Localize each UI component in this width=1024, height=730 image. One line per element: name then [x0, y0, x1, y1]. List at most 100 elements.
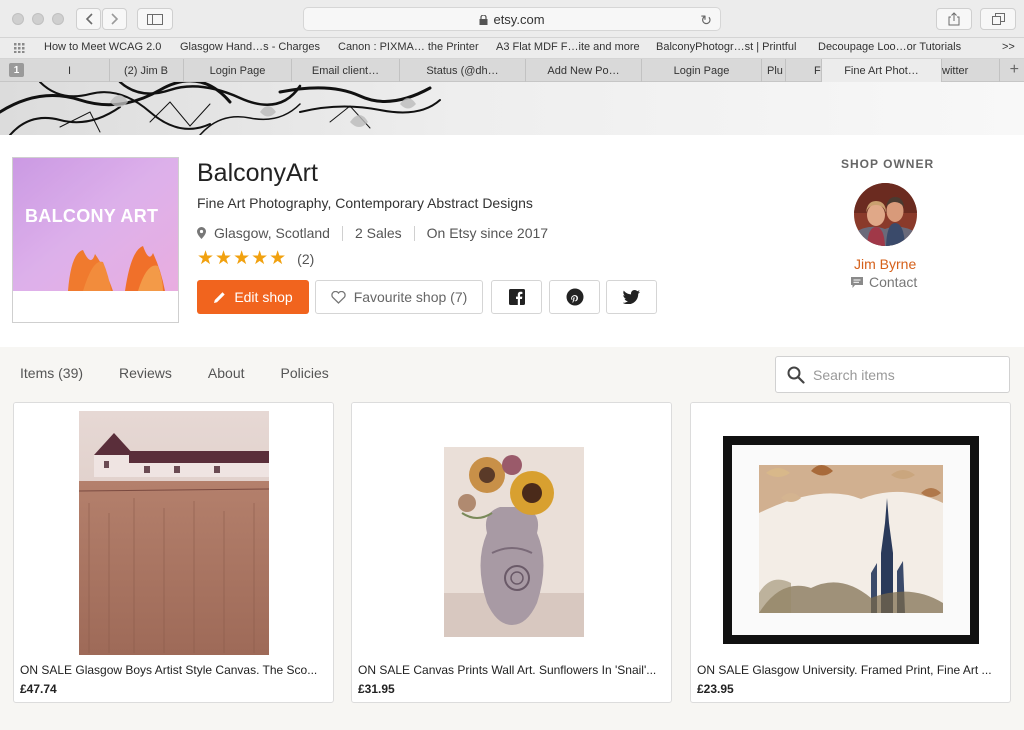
- tab-label: Plu: [767, 64, 783, 77]
- listing-title[interactable]: ON SALE Glasgow Boys Artist Style Canvas…: [20, 663, 328, 677]
- browser-tab[interactable]: Email client…: [292, 59, 400, 82]
- tab-bar: 1 I (2) Jim B Login Page Email client… S…: [0, 59, 1024, 82]
- forward-button[interactable]: [102, 8, 127, 30]
- back-icon: [85, 13, 93, 25]
- shop-owner-label: SHOP OWNER: [841, 157, 935, 171]
- shop-header: BALCONY ART BalconyArt Fine Art Photogra…: [0, 135, 1024, 347]
- search-input[interactable]: [813, 366, 998, 384]
- avatar[interactable]: [854, 183, 917, 246]
- shop-meta: Glasgow, Scotland 2 Sales On Etsy since …: [197, 225, 548, 241]
- bookmark-item[interactable]: BalconyPhotogr…st | Printful: [656, 41, 796, 53]
- sidebar-toggle-button[interactable]: [137, 8, 173, 30]
- tab-label: witter: [942, 64, 969, 77]
- shop-owner-name[interactable]: Jim Byrne: [854, 256, 916, 272]
- review-count: (2): [297, 250, 315, 267]
- bookmark-item[interactable]: How to Meet WCAG 2.0: [44, 41, 161, 53]
- divider: [413, 225, 415, 241]
- tab-label: Email client…: [311, 64, 380, 77]
- shop-tagline: Fine Art Photography, Contemporary Abstr…: [197, 195, 533, 211]
- minimize-window-button[interactable]: [32, 13, 44, 25]
- tab-items[interactable]: Items (39): [20, 365, 83, 381]
- shop-section-tabs: Items (39) Reviews About Policies: [20, 365, 365, 381]
- browser-tab[interactable]: Login Page: [642, 59, 762, 82]
- tab-label: Fine Art Phot…: [844, 64, 919, 77]
- zoom-window-button[interactable]: [52, 13, 64, 25]
- favourite-shop-label: Favourite shop (7): [353, 289, 468, 305]
- listing-price: £47.74: [20, 682, 57, 696]
- listing-card[interactable]: ON SALE Glasgow Boys Artist Style Canvas…: [13, 402, 334, 703]
- favourite-shop-button[interactable]: Favourite shop (7): [315, 280, 483, 314]
- pinterest-share-button[interactable]: [549, 280, 600, 314]
- listing-image[interactable]: [14, 403, 333, 658]
- browser-tab[interactable]: witter: [942, 59, 1000, 82]
- browser-toolbar: etsy.com ↻: [0, 0, 1024, 38]
- tab-label: Fi: [814, 64, 821, 77]
- facebook-share-button[interactable]: [491, 280, 542, 314]
- tab-reviews[interactable]: Reviews: [119, 365, 172, 381]
- listing-image[interactable]: [691, 403, 1010, 658]
- bookmarks-bar: How to Meet WCAG 2.0 Glasgow Hand…s - Ch…: [0, 38, 1024, 59]
- pinterest-icon: [566, 288, 583, 306]
- reload-icon[interactable]: ↻: [700, 12, 712, 29]
- shop-banner-image: [0, 82, 1024, 135]
- browser-tab-active[interactable]: Fine Art Phot…: [822, 59, 942, 82]
- listing-card[interactable]: ON SALE Glasgow University. Framed Print…: [690, 402, 1011, 703]
- location-pin-icon: [197, 227, 206, 239]
- heart-icon: [331, 290, 346, 304]
- facebook-icon: [508, 289, 525, 305]
- browser-tab[interactable]: I: [30, 59, 110, 82]
- lock-icon: [479, 15, 488, 25]
- twitter-share-button[interactable]: [606, 280, 657, 314]
- listings-section: Items (39) Reviews About Policies Search…: [0, 347, 1024, 730]
- address-text: etsy.com: [493, 11, 545, 27]
- back-button[interactable]: [76, 8, 101, 30]
- shop-sales[interactable]: 2 Sales: [355, 225, 402, 241]
- listing-price: £31.95: [358, 682, 395, 696]
- shop-name: BalconyArt: [197, 159, 318, 187]
- tab-label: Add New Po…: [547, 64, 620, 77]
- twitter-icon: [623, 290, 640, 304]
- pencil-icon: [214, 291, 226, 303]
- logo-text: BALCONY ART: [25, 206, 159, 226]
- listing-title[interactable]: ON SALE Canvas Prints Wall Art. Sunflowe…: [358, 663, 666, 677]
- contact-label: Contact: [869, 274, 918, 290]
- bookmark-item[interactable]: Decoupage Loo…or Tutorials: [818, 41, 961, 53]
- browser-tab[interactable]: Status (@dh…: [400, 59, 526, 82]
- tab-label: Login Page: [673, 64, 730, 77]
- search-icon[interactable]: [787, 366, 805, 384]
- listing-card[interactable]: ON SALE Canvas Prints Wall Art. Sunflowe…: [351, 402, 672, 703]
- edit-shop-button[interactable]: Edit shop: [197, 280, 309, 314]
- browser-tab[interactable]: (2) Jim B: [110, 59, 184, 82]
- browser-tab[interactable]: Add New Po…: [526, 59, 642, 82]
- bookmarks-grid-icon[interactable]: [14, 43, 28, 53]
- tabs-icon: [991, 13, 1005, 25]
- tab-policies[interactable]: Policies: [281, 365, 329, 381]
- share-button[interactable]: [936, 8, 972, 30]
- bookmarks-overflow-button[interactable]: >>: [1002, 41, 1015, 53]
- shop-rating[interactable]: ★★★★★ (2): [197, 247, 314, 270]
- star-rating-icon: ★★★★★: [197, 248, 288, 269]
- close-window-button[interactable]: [12, 13, 24, 25]
- shop-logo: BALCONY ART: [12, 157, 179, 323]
- address-bar[interactable]: etsy.com ↻: [303, 7, 721, 31]
- forward-icon: [110, 13, 118, 25]
- listing-image[interactable]: [352, 403, 671, 658]
- browser-tab[interactable]: Fi: [786, 59, 822, 82]
- tab-label: (2) Jim B: [124, 64, 168, 77]
- bookmark-item[interactable]: Glasgow Hand…s - Charges: [180, 41, 320, 53]
- bookmark-item[interactable]: Canon : PIXMA… the Printer: [338, 41, 479, 53]
- tab-about[interactable]: About: [208, 365, 245, 381]
- browser-tab[interactable]: Login Page: [184, 59, 292, 82]
- browser-tab[interactable]: Plu: [762, 59, 786, 82]
- share-icon: [948, 12, 960, 26]
- message-icon: [851, 276, 863, 288]
- contact-owner-link[interactable]: Contact: [851, 274, 917, 290]
- search-items-box: [775, 356, 1010, 393]
- listing-title[interactable]: ON SALE Glasgow University. Framed Print…: [697, 663, 1005, 677]
- tab-label: Login Page: [209, 64, 266, 77]
- show-tabs-button[interactable]: [980, 8, 1016, 30]
- bookmark-item[interactable]: A3 Flat MDF F…ite and more: [496, 41, 640, 53]
- tab-number-badge: 1: [9, 63, 24, 77]
- new-tab-button[interactable]: +: [1010, 61, 1019, 79]
- tab-label: Status (@dh…: [426, 64, 499, 77]
